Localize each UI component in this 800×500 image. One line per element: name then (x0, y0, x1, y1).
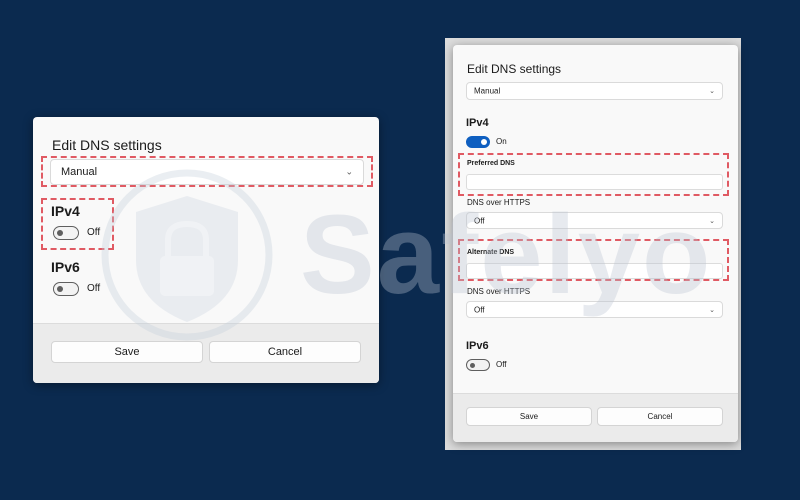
right-ipv6-heading: IPv6 (466, 340, 489, 352)
highlight-alternate-dns (458, 239, 729, 281)
toggle-knob (57, 286, 63, 292)
preferred-doh-label: DNS over HTTPS (467, 198, 531, 207)
left-dialog-footer: Save Cancel (33, 323, 379, 383)
preferred-doh-select[interactable]: Off ⌄ (466, 212, 723, 229)
right-dialog-footer: Save Cancel (453, 393, 738, 442)
left-ipv6-heading: IPv6 (51, 259, 80, 275)
right-ipv4-toggle[interactable] (466, 136, 490, 148)
right-ipv4-toggle-label: On (496, 137, 507, 146)
right-dns-mode-select[interactable]: Manual ⌄ (466, 82, 723, 100)
left-ipv6-toggle-label: Off (87, 283, 101, 294)
right-ipv6-toggle-label: Off (496, 360, 507, 369)
chevron-down-icon: ⌄ (709, 217, 715, 225)
alternate-doh-value: Off (474, 305, 485, 314)
left-save-button[interactable]: Save (51, 341, 203, 363)
alternate-doh-label: DNS over HTTPS (467, 287, 531, 296)
highlight-left-dns-mode (41, 156, 373, 187)
left-cancel-button[interactable]: Cancel (209, 341, 361, 363)
toggle-knob (470, 363, 475, 368)
chevron-down-icon: ⌄ (709, 306, 715, 314)
left-ipv6-toggle[interactable] (53, 282, 79, 296)
toggle-knob (481, 139, 487, 145)
right-ipv6-toggle[interactable] (466, 359, 490, 371)
right-dialog-title: Edit DNS settings (467, 62, 562, 76)
right-dns-mode-value: Manual (474, 86, 501, 96)
left-dialog-title: Edit DNS settings (52, 137, 162, 153)
preferred-doh-value: Off (474, 216, 485, 225)
right-cancel-button[interactable]: Cancel (597, 407, 723, 426)
right-save-button[interactable]: Save (466, 407, 592, 426)
highlight-preferred-dns (458, 153, 729, 196)
chevron-down-icon: ⌄ (709, 88, 715, 95)
highlight-left-ipv4 (41, 198, 114, 250)
right-ipv4-heading: IPv4 (466, 117, 489, 129)
alternate-doh-select[interactable]: Off ⌄ (466, 301, 723, 318)
